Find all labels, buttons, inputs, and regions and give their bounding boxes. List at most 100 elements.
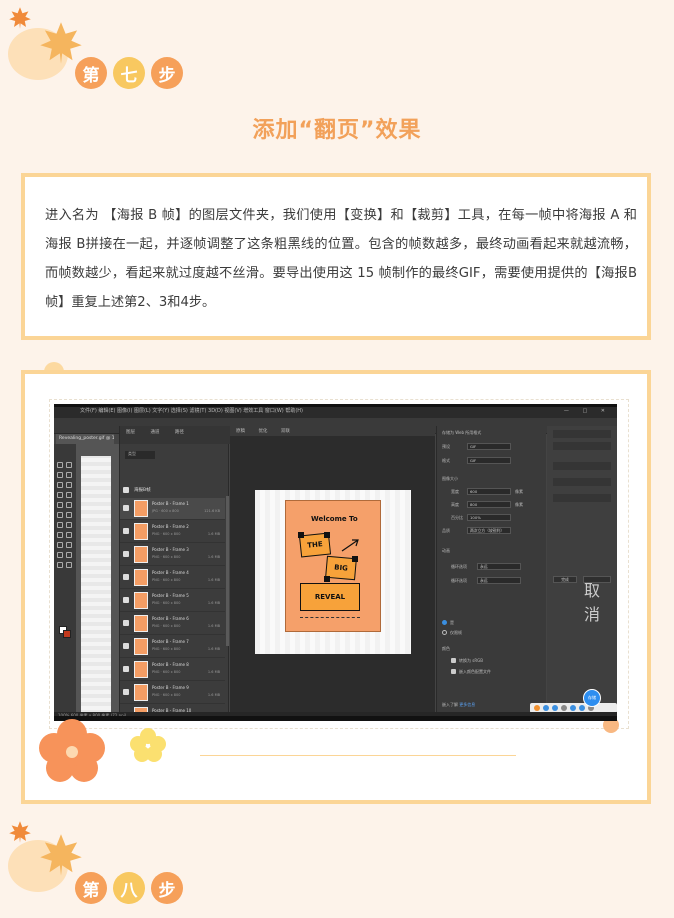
layer-filter-select[interactable]: 类型 — [125, 451, 155, 459]
layer-info: JPG · 600 x 800 — [152, 509, 179, 513]
convert-srgb-checkbox[interactable] — [451, 658, 456, 663]
select-tool-icon[interactable] — [66, 472, 72, 478]
eraser-tool-icon[interactable] — [66, 512, 72, 518]
radio-option-2[interactable] — [442, 630, 447, 635]
marquee-tool-icon[interactable] — [66, 462, 72, 468]
convert-srgb-label: 转换为 sRGB — [459, 658, 483, 663]
visibility-checkbox[interactable] — [123, 666, 129, 672]
quality-select[interactable]: 两次立方（较锐利） — [467, 527, 511, 534]
tray-app-icon[interactable] — [579, 705, 585, 711]
tray-app-icon[interactable] — [570, 705, 576, 711]
visibility-checkbox[interactable] — [123, 505, 129, 511]
layer-row[interactable]: Poster B - Frame 8 PNG · 600 x 800 1.6 M… — [120, 659, 225, 681]
history-brush-icon[interactable] — [57, 512, 63, 518]
learn-more-prefix: 嵌入了解 — [442, 702, 458, 707]
brush-tool-icon[interactable] — [57, 502, 63, 508]
shape-tool-icon[interactable] — [57, 552, 63, 558]
eyedropper-tool-icon[interactable] — [57, 492, 63, 498]
layer-row[interactable]: Poster B - Frame 7 PNG · 600 x 800 1.6 M… — [120, 636, 225, 658]
layer-size: 1.6 MB — [207, 670, 220, 674]
tab-optimized[interactable]: 优化 — [258, 429, 267, 434]
visibility-checkbox[interactable] — [123, 551, 129, 557]
layer-row[interactable]: Poster B - Frame 3 PNG · 600 x 800 1.6 M… — [120, 544, 225, 566]
height-input[interactable]: 800 — [467, 501, 511, 508]
embed-profile-checkbox[interactable] — [451, 669, 456, 674]
visibility-checkbox[interactable] — [123, 689, 129, 695]
zoom-tool-icon[interactable] — [57, 562, 63, 568]
layer-thumbnail — [134, 569, 148, 586]
gradient-tool-icon[interactable] — [57, 522, 63, 528]
right-panel-block — [553, 430, 611, 438]
path-tool-icon[interactable] — [66, 542, 72, 548]
tray-app-icon[interactable] — [543, 705, 549, 711]
photoshop-screenshot: 文件(F) 编辑(E) 图像(I) 图层(L) 文字(Y) 选择(S) 滤镜(T… — [54, 404, 617, 720]
layer-thumbnail — [134, 500, 148, 517]
layer-name: Poster B - Frame 7 — [152, 639, 189, 644]
tab-layers[interactable]: 图层 — [126, 430, 135, 435]
loop-select-2[interactable]: 永远 — [477, 577, 521, 584]
visibility-checkbox[interactable] — [123, 643, 129, 649]
learn-more-link[interactable]: 更多信息 — [459, 702, 475, 707]
preset-select[interactable]: GIF — [467, 443, 511, 450]
artboard: Welcome To THE BIG REVEAL — [255, 490, 411, 654]
layer-size: 1.6 MB — [207, 693, 220, 697]
cancel-button[interactable]: 取消 — [583, 576, 611, 624]
loop-select[interactable]: 永远 — [477, 563, 521, 570]
tab-original[interactable]: 原稿 — [236, 429, 245, 434]
save-button[interactable]: 存储 — [583, 689, 601, 707]
tab-channels[interactable]: 通道 — [150, 430, 159, 435]
layer-thumbnail — [134, 523, 148, 540]
dodge-tool-icon[interactable] — [57, 532, 63, 538]
lasso-tool-icon[interactable] — [57, 472, 63, 478]
small-flower-icon — [130, 728, 166, 762]
background-color-swatch[interactable] — [63, 630, 71, 638]
ps-document-tab[interactable]: Revealing_poster.gif @ 100% — [56, 434, 114, 444]
ps-right-panel: 完成 取消 — [547, 426, 617, 714]
layer-row[interactable]: Poster B - Frame 1 JPG · 600 x 800 121.6… — [120, 498, 225, 520]
done-button[interactable]: 完成 — [553, 576, 577, 583]
step-seven-badges: 第 七 步 — [75, 57, 183, 89]
tray-app-icon[interactable] — [534, 705, 540, 711]
layer-info: PNG · 600 x 800 — [152, 532, 181, 536]
hand-tool-icon[interactable] — [66, 552, 72, 558]
move-tool-icon[interactable] — [57, 462, 63, 468]
frame-tool-icon[interactable] — [66, 482, 72, 488]
visibility-checkbox[interactable] — [123, 597, 129, 603]
tray-app-icon[interactable] — [552, 705, 558, 711]
radio-option-1[interactable] — [442, 620, 447, 625]
settings-header: 存储为 Web 所用格式 — [442, 430, 482, 435]
screenshot-top-edge — [54, 404, 617, 407]
layer-row[interactable]: Poster B - Frame 2 PNG · 600 x 800 1.6 M… — [120, 521, 225, 543]
visibility-checkbox[interactable] — [123, 574, 129, 580]
layers-panel: 图层 通道 路径 类型 海报B帧 Poster B - Frame 1 JPG … — [119, 426, 230, 720]
pen-tool-icon[interactable] — [66, 532, 72, 538]
healing-tool-icon[interactable] — [66, 492, 72, 498]
tray-app-icon[interactable] — [561, 705, 567, 711]
blur-tool-icon[interactable] — [66, 522, 72, 528]
layer-folder-poster-b[interactable]: 海报B帧 — [120, 484, 225, 496]
poster-the-text: THE — [306, 540, 324, 550]
layer-row[interactable]: Poster B - Frame 9 PNG · 600 x 800 1.6 M… — [120, 682, 225, 704]
layer-name: Poster B - Frame 6 — [152, 616, 189, 621]
width-input[interactable]: 600 — [467, 488, 511, 495]
more-tools-icon[interactable] — [66, 562, 72, 568]
tab-paths[interactable]: 路径 — [175, 430, 184, 435]
animation-label: 动画 — [442, 548, 450, 553]
layers-scrollbar[interactable] — [226, 496, 229, 646]
visibility-checkbox[interactable] — [123, 620, 129, 626]
layer-row[interactable]: Poster B - Frame 5 PNG · 600 x 800 1.6 M… — [120, 590, 225, 612]
layer-row[interactable]: Poster B - Frame 6 PNG · 600 x 800 1.6 M… — [120, 613, 225, 635]
layer-row[interactable]: Poster B - Frame 4 PNG · 600 x 800 1.6 M… — [120, 567, 225, 589]
layer-size: 121.6 KB — [204, 509, 220, 513]
crop-tool-icon[interactable] — [57, 482, 63, 488]
layer-thumbnail — [134, 661, 148, 678]
layer-info: PNG · 600 x 800 — [152, 555, 181, 559]
format-select[interactable]: GIF — [467, 457, 511, 464]
layer-size: 1.6 MB — [207, 555, 220, 559]
stamp-tool-icon[interactable] — [66, 502, 72, 508]
layer-name: Poster B - Frame 9 — [152, 685, 189, 690]
visibility-checkbox[interactable] — [123, 528, 129, 534]
tab-2up[interactable]: 双联 — [281, 429, 290, 434]
type-tool-icon[interactable] — [57, 542, 63, 548]
percent-input[interactable]: 100% — [467, 514, 511, 521]
